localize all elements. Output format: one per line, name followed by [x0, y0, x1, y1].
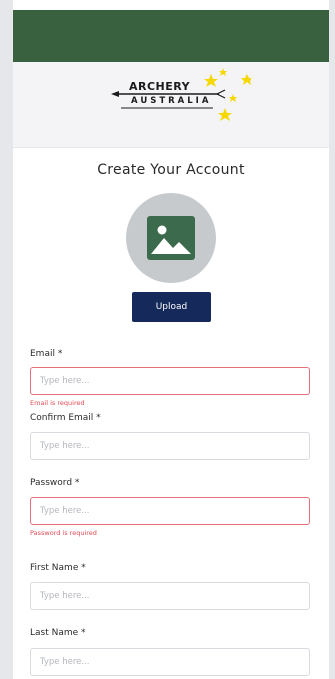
password-error: Password is required — [30, 529, 97, 537]
top-bar — [13, 10, 329, 62]
page-title: Create Your Account — [97, 162, 245, 178]
archery-australia-logo: ARCHERY AUSTRALIA — [101, 68, 251, 128]
avatar[interactable] — [126, 193, 216, 283]
last-name-input[interactable] — [30, 648, 310, 676]
password-input[interactable] — [30, 497, 310, 525]
signup-page: ARCHERY AUSTRALIA Create Your Account Up… — [13, 0, 329, 679]
upload-button[interactable]: Upload — [132, 292, 211, 322]
first-name-input[interactable] — [30, 582, 310, 610]
email-label: Email * — [30, 349, 63, 359]
email-error: Email is required — [30, 399, 85, 407]
email-input[interactable] — [30, 367, 310, 395]
logo-area: ARCHERY AUSTRALIA — [13, 62, 329, 148]
confirm-email-input[interactable] — [30, 432, 310, 460]
image-placeholder-icon — [147, 216, 195, 260]
confirm-email-label: Confirm Email * — [30, 413, 101, 423]
last-name-label: Last Name * — [30, 628, 86, 638]
first-name-label: First Name * — [30, 563, 86, 573]
logo-text-australia: AUSTRALIA — [131, 96, 212, 106]
logo-text-archery: ARCHERY — [129, 80, 191, 93]
password-label: Password * — [30, 478, 80, 488]
